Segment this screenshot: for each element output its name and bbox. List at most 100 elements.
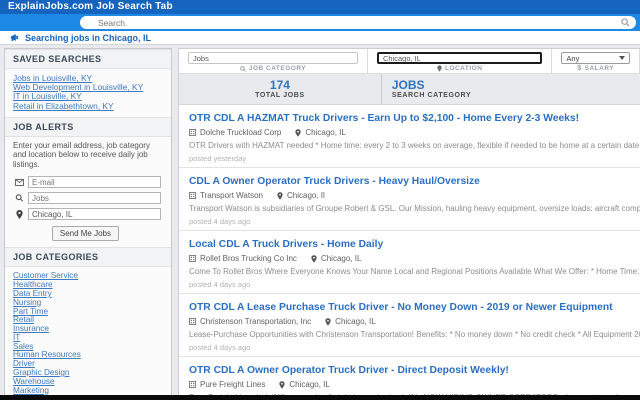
sidebar: SAVED SEARCHES Jobs in Louisville, KY We… bbox=[4, 48, 172, 396]
filter-job-category-label: JOB CATEGORY bbox=[188, 65, 358, 72]
job-listing: OTR CDL A HAZMAT Truck Drivers - Earn Up… bbox=[179, 105, 640, 168]
job-description: Come To Rollet Bros Where Everyone Knows… bbox=[189, 267, 640, 276]
job-alerts-description: Enter your email address, job category a… bbox=[13, 140, 150, 169]
stat-total-jobs: 174 TOTAL JOBS bbox=[179, 74, 382, 104]
job-posted: posted yesterday bbox=[189, 154, 247, 163]
job-listing: OTR CDL A Owner Operator Truck Driver - … bbox=[179, 357, 640, 396]
category-link[interactable]: Driver bbox=[13, 360, 163, 369]
bottom-black-bar bbox=[0, 395, 640, 400]
location-pin-icon bbox=[16, 209, 23, 219]
category-link[interactable]: Graphic Design bbox=[13, 369, 163, 378]
status-text: Searching jobs in Chicago, IL bbox=[25, 32, 152, 43]
saved-search-link[interactable]: IT in Louisville, KY bbox=[13, 92, 163, 101]
job-company: Rollet Bros Trucking Co Inc bbox=[200, 254, 297, 263]
megaphone-icon bbox=[10, 34, 18, 41]
category-link[interactable]: IT bbox=[13, 334, 163, 343]
search-icon bbox=[239, 65, 246, 72]
location-pin-icon bbox=[311, 254, 317, 263]
stat-search-category: JOBS SEARCH CATEGORY bbox=[382, 74, 640, 104]
browser-search-input[interactable] bbox=[98, 17, 621, 28]
job-categories-header: JOB CATEGORIES bbox=[5, 247, 171, 268]
location-pin-icon bbox=[279, 380, 285, 389]
job-title-link[interactable]: Local CDL A Truck Drivers - Home Daily bbox=[189, 239, 640, 250]
saved-search-link[interactable]: Jobs in Louisville, KY bbox=[13, 74, 163, 83]
job-description: Lease-Purchase Opportunities with Christ… bbox=[189, 330, 640, 339]
category-link[interactable]: Retail bbox=[13, 316, 163, 325]
page-content: SAVED SEARCHES Jobs in Louisville, KY We… bbox=[0, 45, 640, 396]
jobs-field[interactable] bbox=[28, 192, 161, 205]
category-link[interactable]: Customer Service bbox=[13, 272, 163, 281]
company-icon bbox=[189, 381, 196, 388]
filter-salary-label: $ SALARY bbox=[577, 65, 615, 72]
dollar-icon: $ bbox=[577, 65, 582, 72]
filter-salary: Any $ SALARY bbox=[552, 49, 640, 73]
category-link[interactable]: Data Entry bbox=[13, 290, 163, 299]
job-title-link[interactable]: OTR CDL A Owner Operator Truck Driver - … bbox=[189, 365, 640, 376]
job-location: Chicago, IL bbox=[320, 254, 362, 263]
job-location: Chicago, IL bbox=[335, 317, 376, 326]
filter-location-input[interactable] bbox=[377, 52, 543, 64]
status-row: Searching jobs in Chicago, IL bbox=[0, 31, 640, 45]
total-jobs-value: 174 bbox=[269, 78, 290, 92]
company-icon bbox=[189, 255, 196, 262]
filter-bar: JOB CATEGORY LOCATION Any $ bbox=[179, 49, 640, 74]
category-link[interactable]: Nursing bbox=[13, 299, 163, 308]
main-panel: JOB CATEGORY LOCATION Any $ bbox=[178, 48, 640, 396]
category-link[interactable]: Insurance bbox=[13, 325, 163, 334]
location-pin-icon bbox=[295, 128, 301, 137]
job-posted: posted 4 days ago bbox=[189, 280, 251, 289]
company-icon bbox=[189, 318, 196, 325]
job-company: Dolche Truckload Corp bbox=[200, 128, 282, 137]
search-icon[interactable] bbox=[621, 18, 630, 27]
location-pin-icon bbox=[325, 317, 331, 326]
job-title-link[interactable]: OTR CDL A Lease Purchase Truck Driver - … bbox=[189, 302, 640, 313]
job-company: Christenson Transportation, Inc bbox=[200, 317, 312, 326]
filter-job-category-input[interactable] bbox=[188, 52, 358, 64]
search-category-value: JOBS bbox=[391, 78, 425, 92]
category-link[interactable]: Sales bbox=[13, 343, 163, 352]
job-posted: posted 4 days ago bbox=[189, 343, 251, 352]
job-description: OTR Drivers with HAZMAT needed * Home ti… bbox=[189, 141, 640, 150]
saved-search-link[interactable]: Web Development in Louisville, KY bbox=[13, 83, 163, 92]
email-field-row bbox=[5, 174, 171, 190]
category-link[interactable]: Part Time bbox=[13, 308, 163, 317]
job-company: Pure Freight Lines bbox=[200, 380, 266, 389]
window-titlebar: ExplainJobs.com Job Search Tab bbox=[0, 0, 640, 14]
job-description: Transport Watson is subsidiaries of Grou… bbox=[189, 204, 640, 213]
jobs-field-row bbox=[5, 190, 171, 206]
job-title-link[interactable]: OTR CDL A HAZMAT Truck Drivers - Earn Up… bbox=[189, 113, 640, 124]
stats-row: 174 TOTAL JOBS JOBS SEARCH CATEGORY bbox=[179, 74, 640, 105]
browser-search-bar bbox=[0, 14, 640, 31]
chevron-down-icon bbox=[619, 56, 625, 60]
location-pin-icon bbox=[437, 65, 442, 72]
search-category-label: SEARCH CATEGORY bbox=[391, 92, 472, 99]
job-listing: OTR CDL A Lease Purchase Truck Driver - … bbox=[179, 294, 640, 357]
salary-select[interactable]: Any bbox=[561, 52, 630, 64]
browser-search-pill[interactable] bbox=[80, 16, 636, 29]
location-field-row bbox=[5, 206, 171, 222]
location-field[interactable] bbox=[28, 208, 161, 221]
job-posted: posted 4 days ago bbox=[189, 217, 251, 226]
job-location: Chicago, IL bbox=[305, 128, 346, 137]
company-icon bbox=[189, 129, 196, 136]
category-link[interactable]: Warehouse bbox=[13, 378, 163, 387]
job-location: Chicago, IL bbox=[289, 380, 330, 389]
total-jobs-label: TOTAL JOBS bbox=[255, 92, 305, 99]
job-list: OTR CDL A HAZMAT Truck Drivers - Earn Up… bbox=[179, 105, 640, 396]
category-link[interactable]: Healthcare bbox=[13, 281, 163, 290]
job-company: Transport Watson bbox=[200, 191, 263, 200]
job-listing: CDL A Owner Operator Truck Drivers - Hea… bbox=[179, 168, 640, 231]
location-pin-icon bbox=[277, 191, 283, 200]
window-title: ExplainJobs.com Job Search Tab bbox=[8, 1, 173, 12]
saved-searches-header: SAVED SEARCHES bbox=[5, 49, 171, 69]
job-listing: Local CDL A Truck Drivers - Home Daily R… bbox=[179, 231, 640, 294]
job-title-link[interactable]: CDL A Owner Operator Truck Drivers - Hea… bbox=[189, 176, 640, 187]
saved-search-link[interactable]: Retail in Elizabethtown, KY bbox=[13, 102, 163, 111]
envelope-icon bbox=[15, 178, 24, 186]
category-link[interactable]: Human Resources bbox=[13, 351, 163, 360]
send-me-jobs-button[interactable]: Send Me Jobs bbox=[51, 226, 119, 242]
job-categories-list: Customer Service Healthcare Data Entry N… bbox=[5, 267, 171, 396]
job-location: Chicago, Il bbox=[286, 191, 325, 200]
email-field[interactable] bbox=[28, 176, 161, 189]
job-alerts-header: JOB ALERTS bbox=[5, 116, 171, 137]
